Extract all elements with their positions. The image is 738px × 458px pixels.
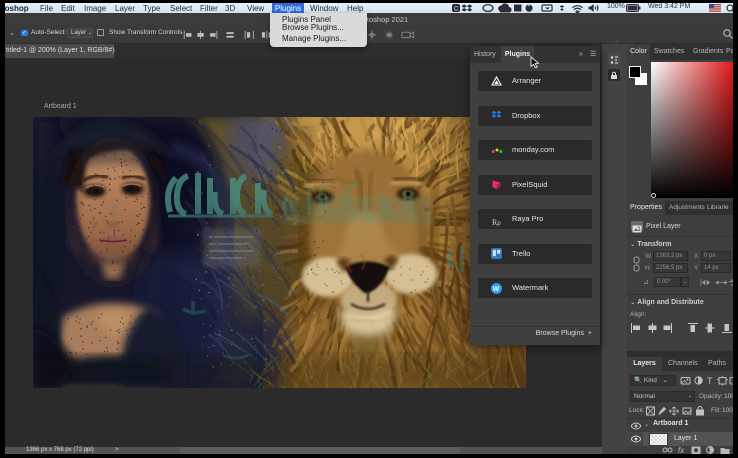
svg-text:W: W bbox=[493, 286, 500, 293]
svg-text:T: T bbox=[707, 376, 713, 386]
svg-text:fx: fx bbox=[678, 446, 685, 454]
svg-text:C: C bbox=[454, 7, 459, 13]
